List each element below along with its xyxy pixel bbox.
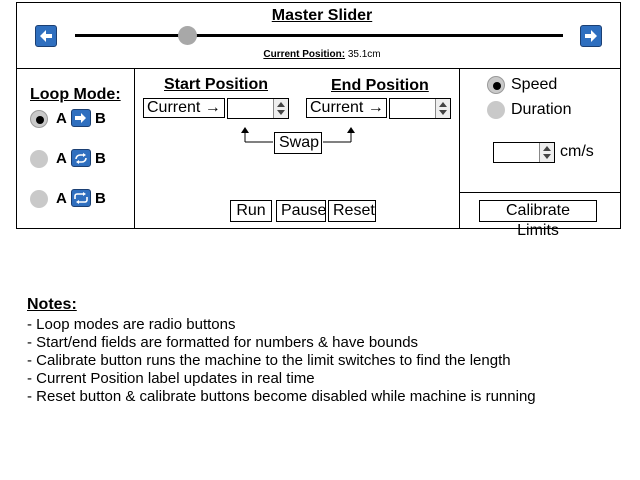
swap-button[interactable]: Swap: [274, 132, 322, 154]
duration-label: Duration: [511, 101, 572, 118]
page-title: Master Slider: [271, 7, 373, 24]
notes-heading: Notes:: [27, 296, 77, 313]
end-position-heading: End Position: [331, 77, 429, 94]
notes-section: Notes: - Loop modes are radio buttons - …: [27, 296, 627, 406]
pause-button[interactable]: Pause: [276, 200, 326, 222]
arrow-right-icon: [71, 109, 91, 127]
start-position-heading: Start Position: [164, 76, 269, 93]
calibrate-limits-button[interactable]: Calibrate Limits: [479, 200, 597, 239]
loop-option-2-b: B: [95, 150, 106, 167]
end-position-input[interactable]: [389, 98, 451, 119]
duration-radio[interactable]: [487, 101, 505, 119]
reset-button[interactable]: Reset: [328, 200, 376, 222]
swap-arrow-left-icon: [241, 127, 273, 143]
arrow-right-icon: [585, 30, 597, 42]
note-item: - Reset button & calibrate buttons becom…: [27, 388, 536, 405]
run-button[interactable]: Run: [230, 200, 272, 222]
loop-option-3-a: A: [56, 190, 67, 207]
loop-option-3-radio[interactable]: [30, 190, 48, 208]
end-position-stepper[interactable]: [435, 99, 450, 118]
current-position-label: Current Position:: [263, 49, 346, 60]
speed-label: Speed: [511, 76, 558, 93]
note-item: - Start/end fields are formatted for num…: [27, 334, 419, 351]
note-item: - Current Position label updates in real…: [27, 370, 315, 387]
speed-radio[interactable]: [487, 76, 505, 94]
start-position-input[interactable]: [227, 98, 289, 119]
start-position-stepper[interactable]: [273, 99, 288, 118]
slider-left-button[interactable]: [35, 25, 57, 47]
speed-stepper[interactable]: [539, 143, 554, 162]
start-position-source-select[interactable]: Current →: [143, 98, 225, 118]
loop-option-3-b: B: [95, 190, 106, 207]
speed-input[interactable]: [493, 142, 555, 163]
current-position-readout: Current Position: 35.1cm: [0, 49, 640, 60]
loop-mode-heading: Loop Mode:: [30, 86, 121, 103]
slider-track[interactable]: [75, 34, 563, 37]
speed-unit: cm/s: [560, 143, 594, 160]
arrow-left-icon: [40, 30, 52, 42]
slider-right-button[interactable]: [580, 25, 602, 47]
end-position-source-select[interactable]: Current →: [306, 98, 387, 118]
loop-option-2-radio[interactable]: [30, 150, 48, 168]
slider-knob[interactable]: [177, 26, 197, 45]
loop-icon: [71, 149, 91, 167]
loop-option-1-radio[interactable]: [30, 110, 48, 128]
repeat-icon: [71, 189, 91, 207]
note-item: - Loop modes are radio buttons: [27, 316, 236, 333]
loop-option-2-a: A: [56, 150, 67, 167]
swap-arrow-right-icon: [323, 127, 355, 143]
note-item: - Calibrate button runs the machine to t…: [27, 352, 511, 369]
loop-option-1-a: A: [56, 110, 67, 127]
current-position-value: 35.1cm: [347, 49, 381, 60]
loop-option-1-b: B: [95, 110, 106, 127]
